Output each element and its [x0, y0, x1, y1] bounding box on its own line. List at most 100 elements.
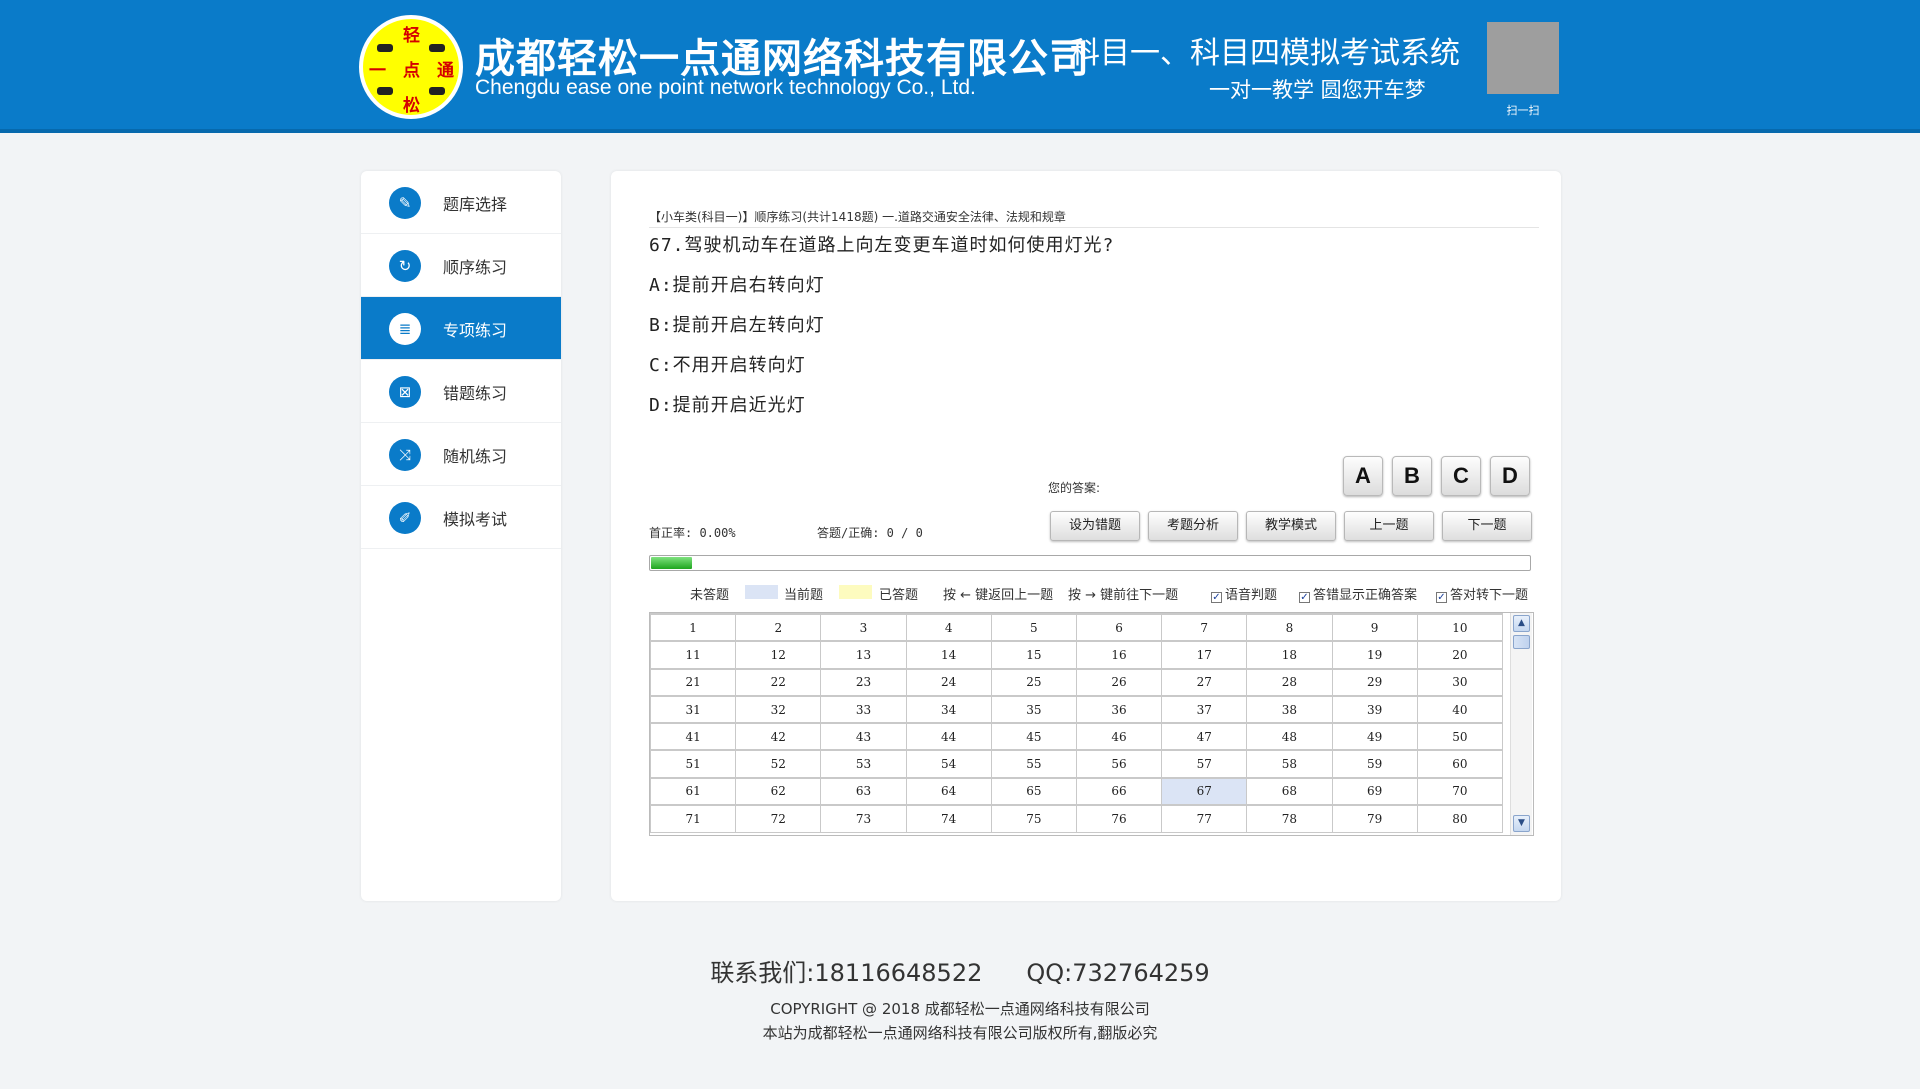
question-number-cell[interactable]: 46 — [1075, 722, 1163, 751]
question-number-cell[interactable]: 6 — [1075, 613, 1163, 642]
mark-wrong-button[interactable]: 设为错题 — [1050, 511, 1140, 541]
question-number-cell[interactable]: 10 — [1416, 613, 1504, 642]
option-b[interactable]: B:提前开启左转向灯 — [649, 311, 825, 337]
question-number-cell[interactable]: 1 — [650, 613, 737, 642]
question-number-cell[interactable]: 63 — [820, 776, 907, 806]
scroll-down-icon[interactable]: ▼ — [1513, 815, 1530, 832]
question-number-cell[interactable]: 57 — [1161, 749, 1248, 779]
question-number-cell[interactable]: 12 — [735, 640, 822, 670]
question-number-cell[interactable]: 26 — [1075, 667, 1163, 697]
question-number-cell[interactable]: 50 — [1416, 722, 1504, 751]
option-c[interactable]: C:不用开启转向灯 — [649, 351, 806, 377]
prev-question-button[interactable]: 上一题 — [1344, 511, 1434, 541]
sidebar-item-topic[interactable]: ≣ 专项练习 — [361, 297, 561, 360]
question-number-cell[interactable]: 33 — [820, 694, 907, 724]
question-number-cell[interactable]: 19 — [1331, 640, 1418, 670]
question-number-cell[interactable]: 23 — [820, 667, 907, 697]
question-number-cell[interactable]: 76 — [1075, 804, 1163, 833]
auto-next-checkbox[interactable]: ✓ 答对转下一题 — [1436, 584, 1528, 603]
question-number-cell[interactable]: 68 — [1246, 776, 1333, 806]
question-number-cell[interactable]: 7 — [1161, 613, 1248, 642]
question-number-cell[interactable]: 74 — [905, 804, 992, 833]
answer-a-button[interactable]: A — [1343, 456, 1383, 496]
question-number-cell[interactable]: 52 — [735, 749, 822, 779]
option-a[interactable]: A:提前开启右转向灯 — [649, 271, 825, 297]
question-number-cell[interactable]: 41 — [650, 722, 737, 751]
question-number-cell[interactable]: 38 — [1246, 694, 1333, 724]
question-number-cell[interactable]: 53 — [820, 749, 907, 779]
question-number-cell[interactable]: 22 — [735, 667, 822, 697]
question-number-cell[interactable]: 58 — [1246, 749, 1333, 779]
scroll-up-icon[interactable]: ▲ — [1513, 615, 1530, 632]
question-number-cell[interactable]: 28 — [1246, 667, 1333, 697]
question-number-cell[interactable]: 20 — [1416, 640, 1504, 670]
question-number-cell[interactable]: 55 — [990, 749, 1077, 779]
question-number-cell[interactable]: 35 — [990, 694, 1077, 724]
question-number-cell[interactable]: 24 — [905, 667, 992, 697]
question-number-cell[interactable]: 48 — [1246, 722, 1333, 751]
sidebar-item-sequential[interactable]: ↻ 顺序练习 — [361, 234, 561, 297]
sidebar-item-question-bank[interactable]: ✎ 题库选择 — [361, 171, 561, 234]
question-number-cell[interactable]: 8 — [1246, 613, 1333, 642]
question-number-cell[interactable]: 2 — [735, 613, 822, 642]
next-question-button[interactable]: 下一题 — [1442, 511, 1532, 541]
question-number-cell[interactable]: 31 — [650, 694, 737, 724]
question-number-cell[interactable]: 32 — [735, 694, 822, 724]
question-number-cell[interactable]: 49 — [1331, 722, 1418, 751]
sidebar-item-wrong[interactable]: ⊠ 错题练习 — [361, 360, 561, 423]
question-number-cell[interactable]: 66 — [1075, 776, 1163, 806]
voice-judge-checkbox[interactable]: ✓ 语音判题 — [1211, 584, 1277, 603]
question-number-cell[interactable]: 61 — [650, 776, 737, 806]
answer-b-button[interactable]: B — [1392, 456, 1432, 496]
question-number-cell[interactable]: 14 — [905, 640, 992, 670]
question-number-cell[interactable]: 27 — [1161, 667, 1248, 697]
question-number-cell[interactable]: 78 — [1246, 804, 1333, 833]
question-number-cell[interactable]: 54 — [905, 749, 992, 779]
question-number-cell[interactable]: 72 — [735, 804, 822, 833]
question-number-cell[interactable]: 60 — [1416, 749, 1504, 779]
question-number-cell[interactable]: 69 — [1331, 776, 1418, 806]
question-number-cell[interactable]: 40 — [1416, 694, 1504, 724]
question-number-cell[interactable]: 71 — [650, 804, 737, 833]
question-number-cell[interactable]: 56 — [1075, 749, 1163, 779]
question-number-cell[interactable]: 29 — [1331, 667, 1418, 697]
question-number-cell[interactable]: 44 — [905, 722, 992, 751]
question-number-cell[interactable]: 51 — [650, 749, 737, 779]
question-number-cell[interactable]: 70 — [1416, 776, 1504, 806]
question-number-cell[interactable]: 80 — [1416, 804, 1504, 833]
question-number-cell[interactable]: 30 — [1416, 667, 1504, 697]
grid-scrollbar[interactable]: ▲ ▼ — [1510, 613, 1532, 835]
question-number-cell[interactable]: 39 — [1331, 694, 1418, 724]
question-number-cell[interactable]: 17 — [1161, 640, 1248, 670]
question-number-cell[interactable]: 36 — [1075, 694, 1163, 724]
question-number-cell[interactable]: 65 — [990, 776, 1077, 806]
show-correct-checkbox[interactable]: ✓ 答错显示正确答案 — [1299, 584, 1417, 603]
question-number-cell[interactable]: 59 — [1331, 749, 1418, 779]
option-d[interactable]: D:提前开启近光灯 — [649, 391, 806, 417]
analysis-button[interactable]: 考题分析 — [1148, 511, 1238, 541]
sidebar-item-random[interactable]: ⤨ 随机练习 — [361, 423, 561, 486]
question-number-cell[interactable]: 47 — [1161, 722, 1248, 751]
answer-c-button[interactable]: C — [1441, 456, 1481, 496]
question-number-cell[interactable]: 25 — [990, 667, 1077, 697]
question-number-cell[interactable]: 34 — [905, 694, 992, 724]
question-number-cell[interactable]: 77 — [1161, 804, 1248, 833]
question-number-cell[interactable]: 13 — [820, 640, 907, 670]
question-number-cell[interactable]: 42 — [735, 722, 822, 751]
teaching-mode-button[interactable]: 教学模式 — [1246, 511, 1336, 541]
question-number-cell[interactable]: 15 — [990, 640, 1077, 670]
question-number-cell[interactable]: 9 — [1331, 613, 1418, 642]
sidebar-item-mock-exam[interactable]: ✐ 模拟考试 — [361, 486, 561, 549]
question-number-cell[interactable]: 11 — [650, 640, 737, 670]
question-number-cell[interactable]: 3 — [820, 613, 907, 642]
question-number-cell[interactable]: 5 — [990, 613, 1077, 642]
question-number-cell[interactable]: 75 — [990, 804, 1077, 833]
question-number-cell[interactable]: 62 — [735, 776, 822, 806]
question-number-cell[interactable]: 45 — [990, 722, 1077, 751]
question-number-cell[interactable]: 64 — [905, 776, 992, 806]
question-number-cell[interactable]: 73 — [820, 804, 907, 833]
question-number-cell[interactable]: 67 — [1161, 776, 1248, 806]
question-number-cell[interactable]: 21 — [650, 667, 737, 697]
question-number-cell[interactable]: 18 — [1246, 640, 1333, 670]
answer-d-button[interactable]: D — [1490, 456, 1530, 496]
